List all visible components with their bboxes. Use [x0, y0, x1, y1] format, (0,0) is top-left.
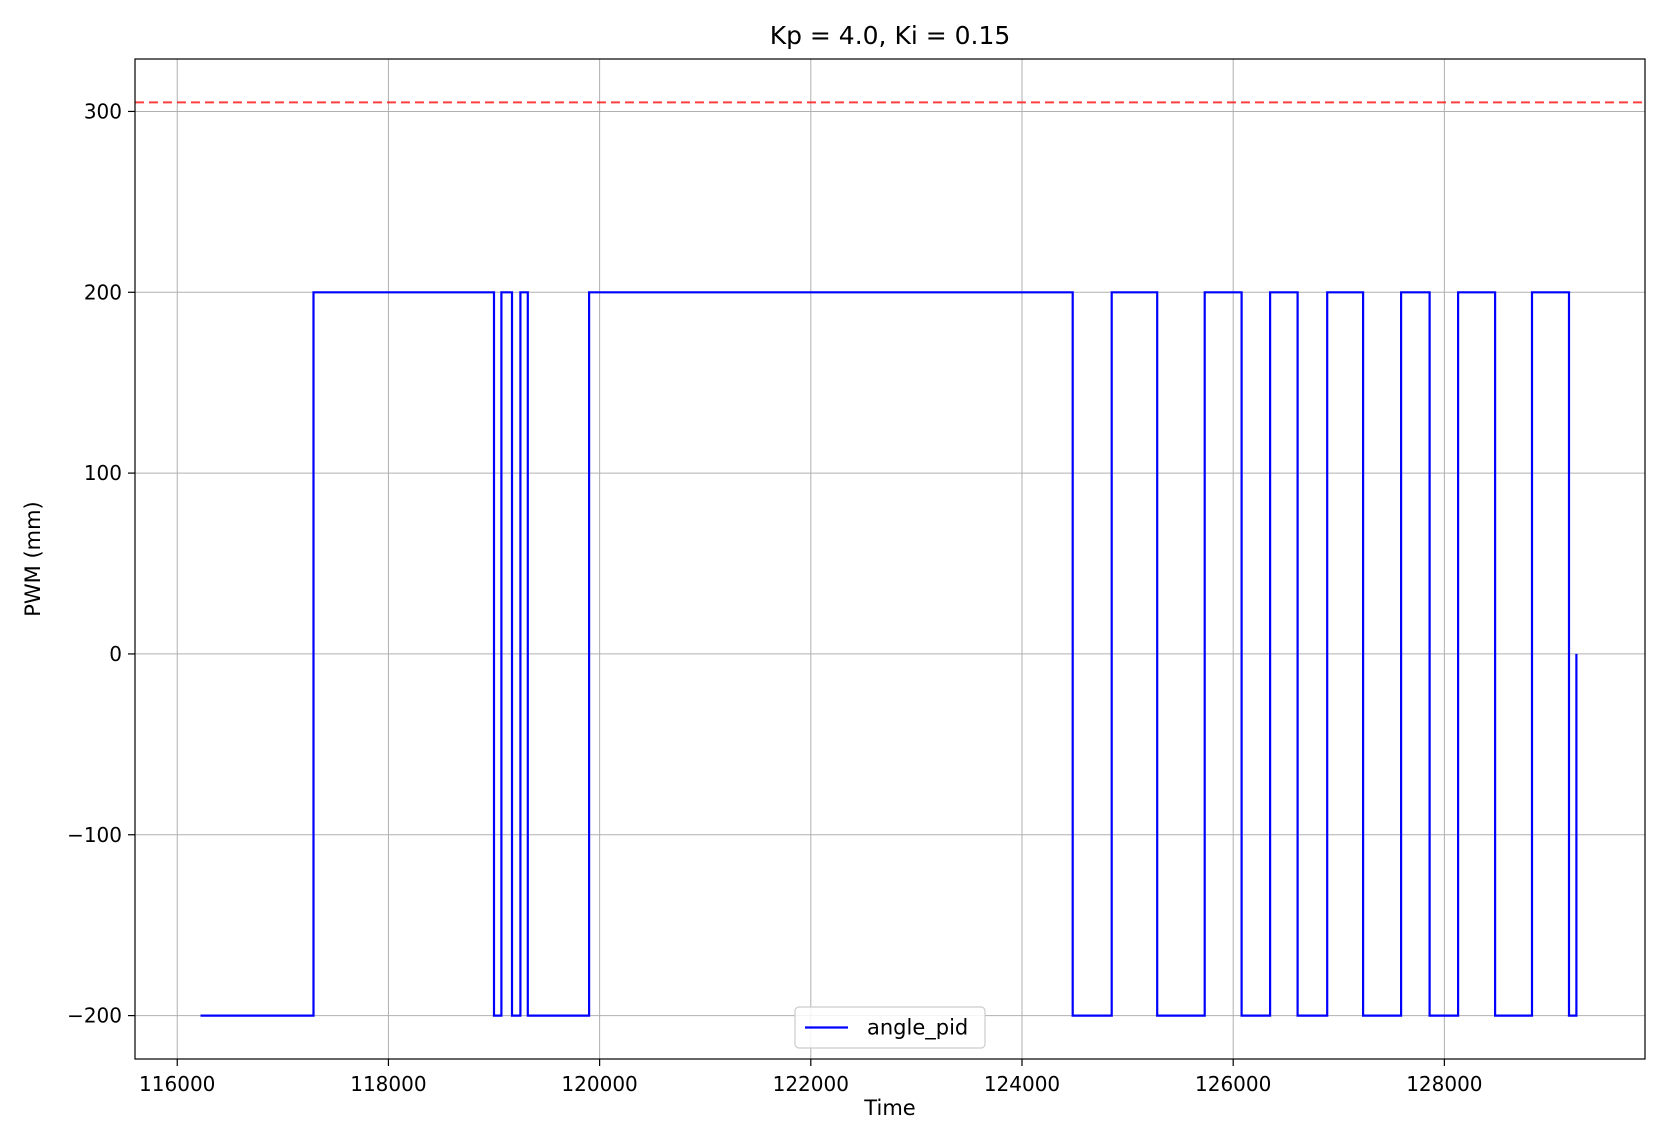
y-tick-label: 0 [109, 642, 122, 666]
y-tick-label: 100 [84, 461, 122, 485]
y-tick-label: 200 [84, 280, 122, 304]
y-tick-label: −100 [67, 823, 122, 847]
chart: 116000 118000 120000 122000 124000 126000 1280… [21, 21, 1646, 1120]
x-tick-label: 116000 [139, 1072, 215, 1096]
x-tick-label: 128000 [1406, 1072, 1482, 1096]
plot-frame [134, 58, 1646, 1060]
grid [135, 59, 1645, 1059]
legend: angle_pid [794, 1006, 986, 1049]
chart-title: Kp = 4.0, Ki = 0.15 [770, 21, 1011, 50]
x-tick-label: 126000 [1195, 1072, 1271, 1096]
x-tick-label: 120000 [561, 1072, 637, 1096]
x-axis-label: Time [863, 1096, 915, 1120]
y-tick-label: 300 [84, 99, 122, 123]
legend-entry-angle-pid: angle_pid [867, 1016, 968, 1041]
y-axis-label: PWM (mm) [21, 501, 45, 617]
x-tick-label: 122000 [773, 1072, 849, 1096]
y-tick-label: −200 [67, 1004, 122, 1028]
x-tick-label: 124000 [984, 1072, 1060, 1096]
x-tick-label: 118000 [350, 1072, 426, 1096]
